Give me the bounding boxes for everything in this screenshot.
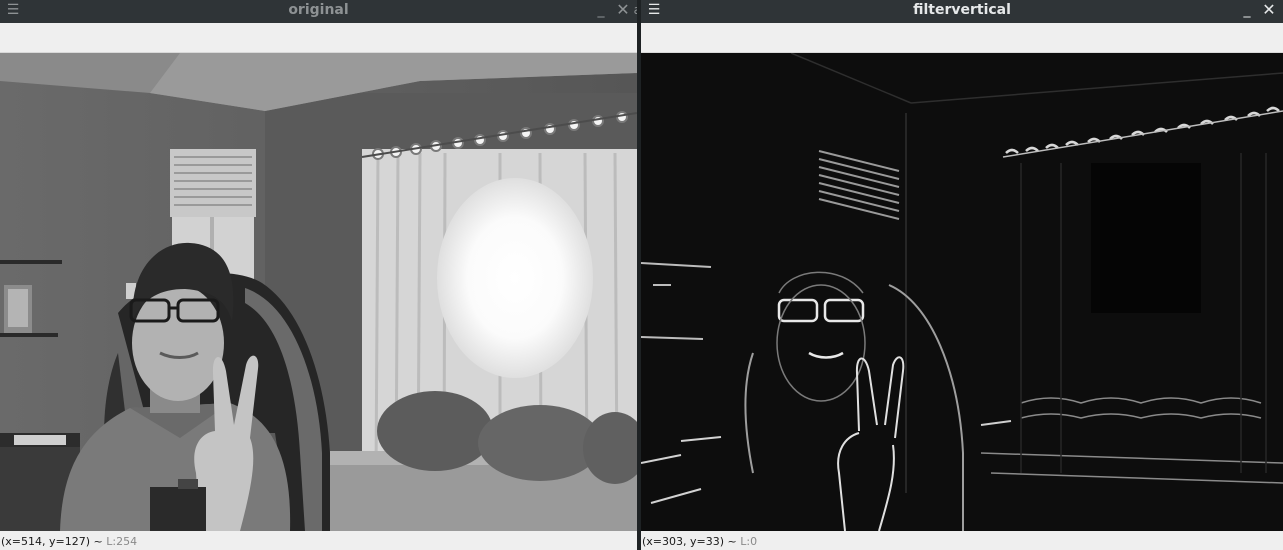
window-original: ☰ original _ ✕ a <box>0 0 637 550</box>
window-filtervertical: ☰ filtervertical _ ✕ (x=303, y=33) ~ L:0 <box>641 0 1283 550</box>
filtered-edge-image <box>641 53 1283 531</box>
cursor-coordinates: (x=303, y=33) <box>642 535 725 548</box>
window-title: filtervertical <box>913 2 1011 18</box>
title-overflow-text: a <box>634 0 637 20</box>
status-separator: ~ <box>724 535 741 548</box>
window-title: original <box>288 2 349 18</box>
close-icon[interactable]: ✕ <box>1259 0 1279 23</box>
statusbar: (x=303, y=33) ~ L:0 <box>641 531 1283 550</box>
menu-icon[interactable]: ☰ <box>3 0 23 23</box>
status-separator: ~ <box>90 535 107 548</box>
original-grayscale-image <box>0 53 637 531</box>
toolbar <box>641 23 1283 53</box>
cursor-coordinates: (x=514, y=127) <box>1 535 91 548</box>
titlebar: ☰ filtervertical _ ✕ <box>641 0 1283 23</box>
toolbar <box>0 23 637 53</box>
close-icon[interactable]: ✕ <box>613 0 633 23</box>
pixel-level: L:0 <box>740 535 758 548</box>
menu-icon[interactable]: ☰ <box>644 0 664 23</box>
titlebar: ☰ original _ ✕ a <box>0 0 637 23</box>
minimize-icon[interactable]: _ <box>591 0 611 23</box>
minimize-icon[interactable]: _ <box>1237 0 1257 23</box>
statusbar: (x=514, y=127) ~ L:254 <box>0 531 637 550</box>
image-viewport-original[interactable] <box>0 53 637 531</box>
image-viewport-filtered[interactable] <box>641 53 1283 531</box>
pixel-level: L:254 <box>106 535 138 548</box>
